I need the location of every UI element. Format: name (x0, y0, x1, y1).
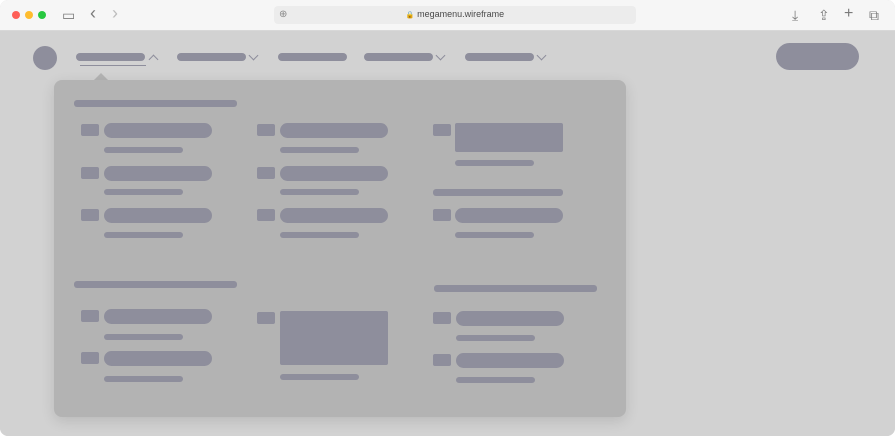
menu-item-desc (280, 232, 359, 238)
menu-item-title[interactable] (280, 208, 388, 223)
close-window-button[interactable] (12, 11, 20, 19)
featured-image[interactable] (280, 311, 388, 365)
nav-item-3[interactable] (278, 53, 347, 61)
zoom-window-button[interactable] (38, 11, 46, 19)
chevron-down-icon (248, 50, 259, 61)
share-icon[interactable]: ⇪ (818, 7, 830, 23)
menu-item-icon (257, 312, 275, 324)
chevron-down-icon (435, 50, 446, 61)
menu-item-title[interactable] (280, 166, 388, 181)
menu-item-desc (456, 377, 535, 383)
nav-item-4[interactable] (364, 53, 433, 61)
menu-item-desc (104, 147, 183, 153)
menu-item-desc (104, 376, 183, 382)
menu-item-icon (433, 354, 451, 366)
menu-item-desc (104, 334, 183, 340)
menu-item-icon (257, 167, 275, 179)
menu-item-icon (433, 209, 451, 221)
menu-item-icon (257, 124, 275, 136)
address-bar-text: 🔒 megamenu.wireframe (274, 9, 636, 19)
featured-image[interactable] (455, 123, 563, 152)
menu-item-title[interactable] (104, 123, 212, 138)
menu-item-title[interactable] (104, 208, 212, 223)
featured-caption (280, 374, 359, 380)
menu-item-title[interactable] (104, 351, 212, 366)
menu-item-icon (257, 209, 275, 221)
url-text: megamenu.wireframe (417, 9, 505, 19)
menu-item-desc (280, 147, 359, 153)
menu-item-icon (81, 352, 99, 364)
menu-item-desc (104, 232, 183, 238)
nav-item-2[interactable] (177, 53, 246, 61)
menu-item-icon (433, 124, 451, 136)
menu-item-icon (81, 167, 99, 179)
forward-icon[interactable]: › (112, 4, 118, 22)
nav-item-1-underline (80, 65, 146, 66)
logo[interactable] (33, 46, 57, 70)
section-heading (74, 100, 237, 107)
page-content (0, 31, 895, 436)
section-heading (74, 281, 237, 288)
section-heading (434, 285, 597, 292)
chevron-down-icon (536, 50, 547, 61)
address-bar[interactable]: ⊕ 🔒 megamenu.wireframe (274, 6, 636, 24)
menu-item-title[interactable] (455, 208, 563, 223)
cta-button[interactable] (776, 43, 859, 70)
section-heading (433, 189, 563, 196)
featured-caption (455, 160, 534, 166)
menu-item-desc (280, 189, 359, 195)
tab-overview-icon[interactable]: ⧉ (869, 7, 879, 23)
sidebar-toggle-icon[interactable]: ▭ (62, 7, 75, 23)
menu-item-icon (81, 310, 99, 322)
menu-item-icon (433, 312, 451, 324)
menu-item-desc (456, 335, 535, 341)
menu-item-title[interactable] (456, 353, 564, 368)
nav-item-5[interactable] (465, 53, 534, 61)
menu-item-desc (104, 189, 183, 195)
chevron-up-icon (148, 54, 159, 65)
nav-item-1[interactable] (76, 53, 145, 61)
back-icon[interactable]: ‹ (90, 4, 96, 22)
menu-item-title[interactable] (280, 123, 388, 138)
mega-menu-panel (54, 80, 626, 417)
menu-item-title[interactable] (456, 311, 564, 326)
download-icon[interactable]: ⤓ (792, 7, 798, 23)
menu-item-icon (81, 124, 99, 136)
menu-item-desc (455, 232, 534, 238)
minimize-window-button[interactable] (25, 11, 33, 19)
browser-window: ▭ ‹ › ⊕ 🔒 megamenu.wireframe ⤓ ⇪ + ⧉ (0, 0, 895, 436)
browser-toolbar: ▭ ‹ › ⊕ 🔒 megamenu.wireframe ⤓ ⇪ + ⧉ (0, 0, 895, 31)
menu-item-title[interactable] (104, 309, 212, 324)
lock-icon: 🔒 (405, 12, 415, 19)
new-tab-icon[interactable]: + (844, 6, 853, 22)
menu-item-title[interactable] (104, 166, 212, 181)
menu-item-icon (81, 209, 99, 221)
